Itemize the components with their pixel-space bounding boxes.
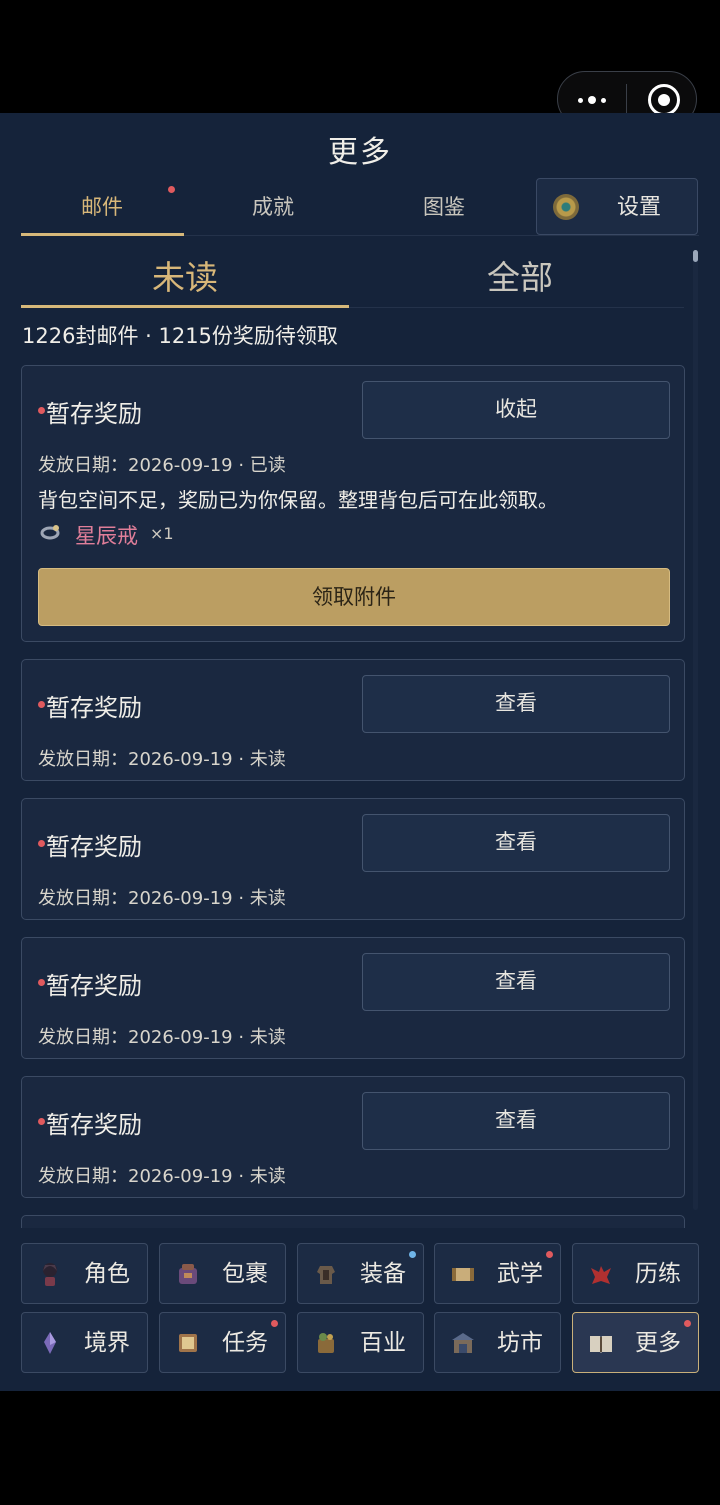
mail-meta: 发放日期：2026-09-19 · 未读 [38, 1166, 286, 1187]
unread-dot [38, 979, 45, 986]
nav-label: 包裹 [222, 1261, 268, 1287]
settings-label: 设置 [616, 195, 661, 220]
nav-character[interactable]: 角色 [21, 1243, 148, 1304]
mail-title: 暂存奖励 [46, 972, 142, 1000]
nav-martial-arts[interactable]: 武学 [434, 1243, 561, 1304]
view-button[interactable]: 查看 [362, 1092, 670, 1150]
attachment-name: 星辰戒 [75, 524, 138, 548]
nav-more[interactable]: 更多 [572, 1312, 699, 1373]
nav-badge [684, 1320, 691, 1327]
nav-label: 装备 [360, 1261, 406, 1287]
mail-title: 暂存奖励 [46, 400, 142, 428]
nav-bag[interactable]: 包裹 [159, 1243, 286, 1304]
armor-icon [317, 1266, 335, 1284]
mail-card[interactable]: 暂存奖励 查看 发放日期：2026-09-19 · 未读 [21, 937, 685, 1059]
ring-icon [40, 525, 60, 540]
mail-card[interactable]: 暂存奖励 收起 发放日期：2026-09-19 · 已读 背包空间不足，奖励已为… [21, 365, 685, 642]
bag-icon [179, 1264, 197, 1284]
capsule-divider [626, 84, 627, 116]
nav-badge [271, 1320, 278, 1327]
unread-dot [38, 1118, 45, 1125]
view-button[interactable]: 查看 [362, 953, 670, 1011]
nav-label: 角色 [84, 1261, 130, 1287]
nav-training[interactable]: 历练 [572, 1243, 699, 1304]
nav-badge [546, 1251, 553, 1258]
mail-card[interactable]: 暂存奖励 查看 发放日期：2026-09-19 · 未读 [21, 659, 685, 781]
mail-summary: 1226封邮件 · 1215份奖励待领取 [22, 324, 338, 348]
nav-label: 坊市 [497, 1330, 543, 1356]
nav-market[interactable]: 坊市 [434, 1312, 561, 1373]
book-icon [590, 1336, 612, 1353]
mail-meta: 发放日期：2026-09-19 · 未读 [38, 749, 286, 770]
mail-meta: 发放日期：2026-09-19 · 未读 [38, 1027, 286, 1048]
unread-dot [38, 407, 45, 414]
main-tabs: 邮件 成就 图鉴 设置 [21, 178, 699, 236]
settings-button[interactable]: 设置 [536, 178, 698, 235]
collapse-button[interactable]: 收起 [362, 381, 670, 439]
mail-card[interactable]: 暂存奖励 查看 发放日期：2026-09-19 · 未读 [21, 1076, 685, 1198]
nav-label: 武学 [497, 1261, 543, 1287]
dragon-icon [591, 1266, 611, 1284]
nav-badge [409, 1251, 416, 1258]
active-tab-underline [21, 233, 184, 236]
quest-icon [179, 1334, 197, 1352]
close-target-icon[interactable] [648, 84, 680, 116]
tab-mail-badge [168, 186, 175, 193]
nav-realm[interactable]: 境界 [21, 1312, 148, 1373]
scrollbar-track[interactable] [693, 250, 698, 1210]
craft-icon [318, 1333, 334, 1353]
nav-label: 百业 [360, 1330, 406, 1356]
nav-crafting[interactable]: 百业 [297, 1312, 424, 1373]
subtab-divider [349, 307, 684, 308]
market-icon [452, 1333, 474, 1353]
crystal-icon [44, 1332, 56, 1354]
tab-all[interactable]: 全部 [356, 248, 684, 308]
claim-attachment-button[interactable]: 领取附件 [38, 568, 670, 626]
nav-label: 境界 [84, 1330, 130, 1356]
gear-icon [553, 194, 579, 220]
view-button[interactable]: 查看 [362, 675, 670, 733]
mail-meta: 发放日期：2026-09-19 · 未读 [38, 888, 286, 909]
mail-meta: 发放日期：2026-09-19 · 已读 [38, 455, 286, 476]
nav-quests[interactable]: 任务 [159, 1312, 286, 1373]
mail-list: 暂存奖励 收起 发放日期：2026-09-19 · 已读 背包空间不足，奖励已为… [21, 365, 685, 1228]
tab-mail[interactable]: 邮件 [21, 178, 183, 236]
mail-title: 暂存奖励 [46, 833, 142, 861]
unread-dot [38, 701, 45, 708]
nav-equipment[interactable]: 装备 [297, 1243, 424, 1304]
tab-achievements[interactable]: 成就 [192, 178, 354, 236]
mail-card[interactable]: 暂存奖励 查看 发放日期：2026-09-19 · 未读 [21, 798, 685, 920]
mail-card-partial[interactable] [21, 1215, 685, 1228]
mail-title: 暂存奖励 [46, 1111, 142, 1139]
tab-collection[interactable]: 图鉴 [363, 178, 525, 236]
nav-label: 历练 [635, 1261, 681, 1287]
mail-body: 背包空间不足，奖励已为你保留。整理背包后可在此领取。 [38, 488, 558, 512]
tab-unread[interactable]: 未读 [21, 248, 349, 308]
page-title: 更多 [328, 135, 392, 170]
view-button[interactable]: 查看 [362, 814, 670, 872]
more-options-icon[interactable] [576, 90, 610, 110]
scrollbar-thumb[interactable] [693, 250, 698, 262]
active-subtab-underline [21, 305, 349, 308]
mail-filter-tabs: 未读 全部 [21, 248, 684, 308]
nav-label: 任务 [222, 1330, 268, 1356]
mail-title: 暂存奖励 [46, 694, 142, 722]
nav-label: 更多 [635, 1330, 681, 1356]
character-icon [43, 1263, 57, 1286]
attachment-qty: ×1 [150, 524, 174, 543]
scroll-icon [452, 1268, 474, 1281]
unread-dot [38, 840, 45, 847]
